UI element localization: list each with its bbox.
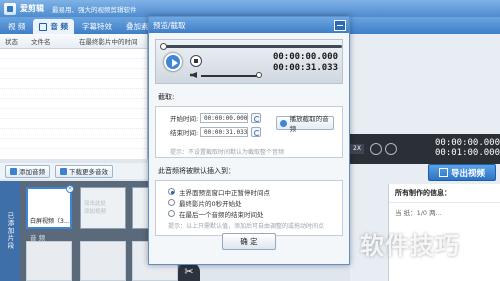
pick-end-time-icon[interactable]: [251, 127, 261, 137]
tab-video[interactable]: 视 频: [2, 19, 31, 34]
play-selected-label: 播放截取的音频: [289, 115, 329, 133]
watermark: 软件技巧: [360, 232, 460, 260]
export-video-button[interactable]: 导出视频: [428, 164, 496, 181]
radio-button[interactable]: [168, 210, 175, 217]
option-label: 最终影片的0秒开始处: [179, 199, 242, 208]
speed-badge[interactable]: 2X: [350, 144, 364, 154]
tab-video-label: 视 频: [8, 22, 26, 31]
start-time-label: 开始时间:: [170, 115, 199, 123]
insert-option-pause-point[interactable]: 主界面预览窗口中正暂停时间点: [168, 186, 342, 197]
dialog-title: 预览/截取: [153, 20, 186, 30]
timeline-clip[interactable]: × 白屏视频（3…: [26, 185, 74, 229]
main-time-total: 00:01:00.000: [435, 148, 500, 158]
insert-options: 主界面预览窗口中正暂停时间点 最终影片的0秒开始处 在最后一个音频的结束时间处 …: [155, 180, 343, 236]
volume-icon[interactable]: [190, 72, 197, 78]
column-filename: 文件名: [31, 38, 51, 46]
seek-bar[interactable]: [160, 45, 342, 48]
file-list-header: 状态 文件名 在最终影片中的时间: [0, 34, 147, 49]
volume-handle[interactable]: [256, 72, 262, 78]
radio-button[interactable]: [168, 188, 175, 195]
tab-audio-label: 音 频: [50, 22, 69, 31]
download-more-label: 下载更多音效: [69, 168, 108, 176]
add-audio-label: 添加音频: [19, 168, 45, 176]
start-time-input[interactable]: 00:00:00.000: [200, 113, 248, 123]
play-selected-audio-button[interactable]: 播放截取的音频: [276, 115, 334, 133]
tab-subtitle-effects[interactable]: 字幕特效: [76, 19, 118, 34]
add-audio-button[interactable]: 添加音频: [5, 164, 50, 178]
main-time-display: 00:00:00.000 00:01:00.000: [435, 138, 500, 158]
dialog-time-current: 00:00:00.000: [272, 52, 338, 62]
option-label: 主界面预览窗口中正暂停时间点: [179, 188, 270, 197]
tab-subtitle-label: 字幕特效: [82, 22, 113, 31]
app-name: 爱剪辑: [20, 4, 44, 13]
empty-slot-hint: 双击此处 添加视频: [84, 201, 107, 215]
download-icon: [60, 167, 67, 175]
seek-handle[interactable]: [160, 43, 167, 50]
dialog-player: 00:00:00.000 00:00:31.033: [155, 39, 343, 84]
export-label: 导出视频: [450, 168, 485, 179]
insert-hint: 提示：以上只需默认值，添加后可自由调整的或拖动时间点: [168, 223, 325, 230]
main-play-icon[interactable]: [370, 143, 382, 155]
audio-slot[interactable]: [26, 241, 72, 281]
app-slogan: 最易用、强大的视频剪辑软件: [52, 5, 137, 14]
cut-hint: 提示：不设置截取时间默认为截取整个音频: [170, 149, 285, 156]
info-row: 当 纸：1/0 两...: [395, 209, 442, 217]
option-label: 在最后一个音频的结束时间处: [179, 210, 264, 219]
cut-section-label: 截取:: [158, 93, 175, 101]
tab-audio[interactable]: 音 频: [33, 19, 75, 34]
app-titlebar: 爱剪辑 最易用、强大的视频剪辑软件: [0, 0, 500, 17]
empty-clip-slot[interactable]: 双击此处 添加视频: [80, 187, 126, 229]
audio-slot[interactable]: [80, 241, 126, 281]
column-time: 在最终影片中的时间: [79, 38, 138, 46]
export-icon: [438, 168, 448, 177]
info-title: 所有制作的信息：: [389, 184, 500, 203]
close-icon[interactable]: ×: [66, 185, 74, 193]
minimize-icon[interactable]: [334, 19, 346, 31]
dialog-titlebar: 预览/截取: [149, 17, 349, 33]
start-time-row: 开始时间: 00:00:00.000: [170, 113, 261, 123]
preview-cut-dialog: 预览/截取 00:00:00.000 00:00:31.033 截取: 开始时间…: [148, 16, 350, 265]
pick-start-time-icon[interactable]: [251, 113, 261, 123]
file-list-body: [0, 49, 147, 149]
download-more-button[interactable]: 下载更多音效: [55, 164, 113, 178]
play-icon: [280, 119, 287, 127]
end-time-label: 结束时间:: [170, 129, 199, 137]
audio-add-bar: 添加音频 下载更多音效: [0, 163, 148, 179]
radio-button[interactable]: [168, 199, 175, 206]
ok-button[interactable]: 确 定: [222, 233, 276, 250]
stop-icon[interactable]: [190, 55, 202, 67]
music-note-icon: [10, 167, 17, 175]
end-time-input[interactable]: 00:00:31.033: [200, 127, 248, 137]
audio-tab-icon: [39, 22, 48, 31]
insert-option-start[interactable]: 最终影片的0秒开始处: [168, 197, 342, 208]
audio-file-list: 状态 文件名 在最终影片中的时间: [0, 34, 148, 159]
end-time-row: 结束时间: 00:00:31.033: [170, 127, 261, 137]
play-icon[interactable]: [164, 53, 182, 71]
main-time-current: 00:00:00.000: [435, 138, 500, 148]
app-logo-icon: [4, 2, 16, 15]
volume-slider[interactable]: [201, 75, 257, 77]
insert-section-label: 此音频将被默认插入到：: [158, 167, 235, 175]
main-stop-icon[interactable]: [385, 143, 397, 155]
track-label: 已添加片段: [0, 181, 20, 281]
insert-option-after-last[interactable]: 在最后一个音频的结束时间处: [168, 208, 342, 219]
column-status: 状态: [5, 38, 18, 46]
dialog-time-display: 00:00:00.000 00:00:31.033: [273, 52, 338, 74]
dialog-time-total: 00:00:31.033: [272, 63, 338, 73]
clip-caption: 白屏视频（3…: [30, 218, 70, 225]
cut-section: 开始时间: 00:00:00.000 结束时间: 00:00:31.033 播放…: [155, 106, 343, 158]
